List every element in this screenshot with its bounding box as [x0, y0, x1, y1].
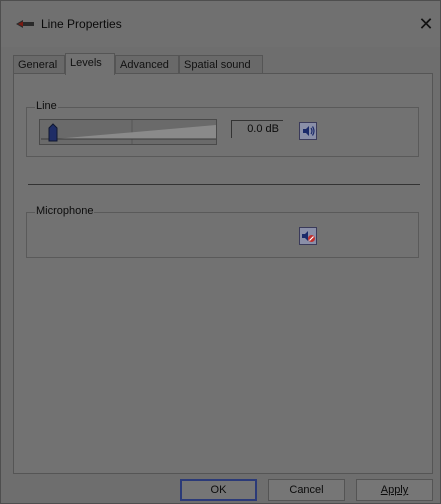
tab-levels[interactable]: Levels [65, 53, 115, 75]
line-volume-slider[interactable] [39, 119, 217, 145]
line-group: Line 0.0 dB [26, 100, 419, 157]
cancel-button[interactable]: Cancel [268, 479, 345, 501]
line-mute-button[interactable] [299, 122, 317, 140]
close-icon[interactable]: ✕ [415, 13, 437, 35]
speaker-icon [303, 126, 315, 136]
volume-readout: 0.0 dB [231, 120, 283, 138]
title-bar: Line Properties ✕ [1, 1, 440, 47]
section-divider [28, 184, 420, 185]
microphone-group: Microphone [26, 205, 419, 258]
microphone-mute-button[interactable] [299, 227, 317, 245]
levels-panel: Line 0.0 dB Microphone [13, 73, 433, 474]
volume-ramp [41, 120, 216, 144]
ok-button[interactable]: OK [180, 479, 257, 501]
tab-advanced[interactable]: Advanced [115, 55, 179, 74]
window-title: Line Properties [41, 17, 122, 31]
line-group-label: Line [35, 100, 58, 112]
line-properties-dialog: Line Properties ✕ General Levels Advance… [0, 0, 441, 504]
tab-spatial-sound[interactable]: Spatial sound [179, 55, 263, 74]
speaker-muted-icon [302, 231, 315, 242]
tab-general[interactable]: General [13, 55, 65, 74]
speaker-jack-icon [16, 20, 34, 28]
apply-button[interactable]: Apply [356, 479, 433, 501]
microphone-group-label: Microphone [35, 205, 95, 217]
slider-thumb[interactable] [48, 123, 58, 142]
